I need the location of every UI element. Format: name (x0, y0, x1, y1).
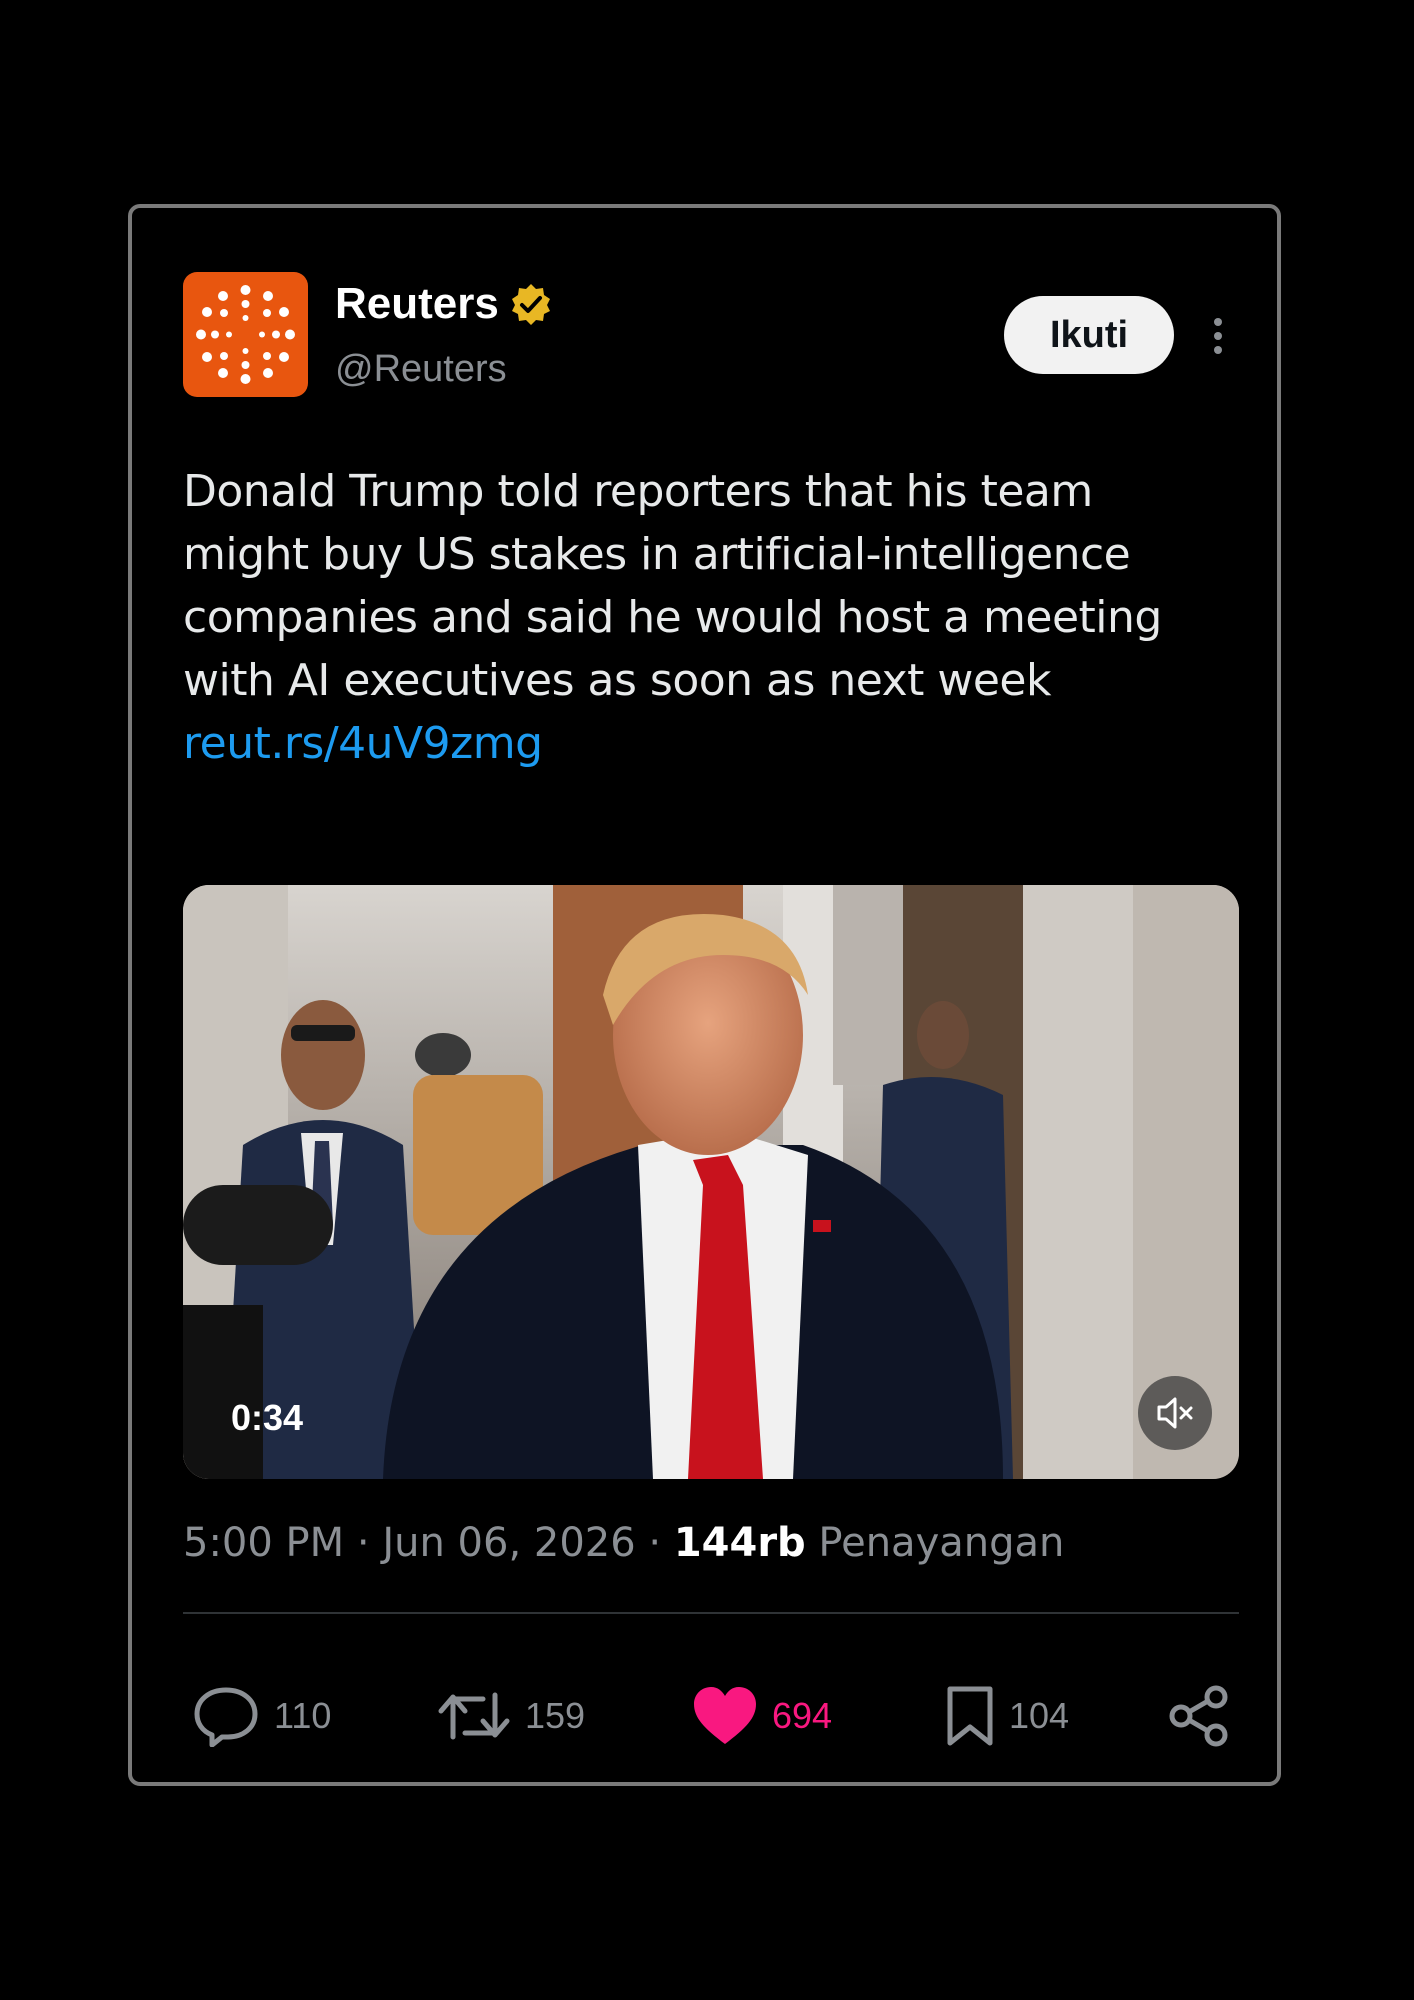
speaker-muted-icon (1157, 1397, 1193, 1429)
tweet-date[interactable]: Jun 06, 2026 (382, 1520, 635, 1566)
bookmark-icon (947, 1686, 993, 1746)
verified-badge-icon (511, 284, 550, 325)
meta-separator: · (635, 1520, 674, 1566)
repost-count: 159 (525, 1695, 586, 1736)
more-options-icon[interactable] (1200, 308, 1236, 364)
video-duration: 0:34 (231, 1397, 304, 1438)
reply-icon (194, 1687, 258, 1747)
video-frame-image (183, 885, 1239, 1479)
share-icon (1169, 1685, 1228, 1747)
bookmark-count: 104 (1009, 1695, 1070, 1736)
bookmark-button[interactable]: 104 (945, 1681, 1069, 1751)
tweet-card: Reuters @Reuters Ikuti Donald Trump told… (128, 204, 1281, 1786)
account-name[interactable]: Reuters (335, 276, 499, 332)
divider (183, 1612, 1239, 1614)
share-button[interactable] (1168, 1681, 1230, 1751)
views-count: 144rb (673, 1520, 806, 1566)
tweet-body: Donald Trump told reporters that his tea… (183, 466, 1162, 706)
reply-count: 110 (274, 1695, 332, 1736)
like-button[interactable]: 694 (692, 1681, 832, 1751)
reply-button[interactable]: 110 (192, 1681, 331, 1751)
unmute-button[interactable] (1138, 1376, 1212, 1450)
reuters-avatar[interactable] (183, 272, 308, 397)
account-name-row: Reuters (335, 276, 553, 332)
tweet-time[interactable]: 5:00 PM (183, 1520, 344, 1566)
reuters-logo-icon (196, 285, 295, 384)
tweet-link[interactable]: reut.rs/4uV9zmg (183, 718, 543, 769)
views-label: Penayangan (805, 1520, 1065, 1566)
account-handle[interactable]: @Reuters (335, 346, 507, 392)
tweet-text: Donald Trump told reporters that his tea… (183, 460, 1223, 775)
like-count: 694 (772, 1695, 833, 1736)
repost-icon (438, 1692, 510, 1740)
video-player[interactable]: 0:34 (183, 885, 1239, 1479)
tweet-meta: 5:00 PM · Jun 06, 2026 · 144rb Penayanga… (183, 1518, 1064, 1568)
meta-separator: · (344, 1520, 383, 1566)
heart-icon (694, 1687, 756, 1744)
follow-button[interactable]: Ikuti (1004, 296, 1174, 374)
repost-button[interactable]: 159 (437, 1681, 585, 1751)
